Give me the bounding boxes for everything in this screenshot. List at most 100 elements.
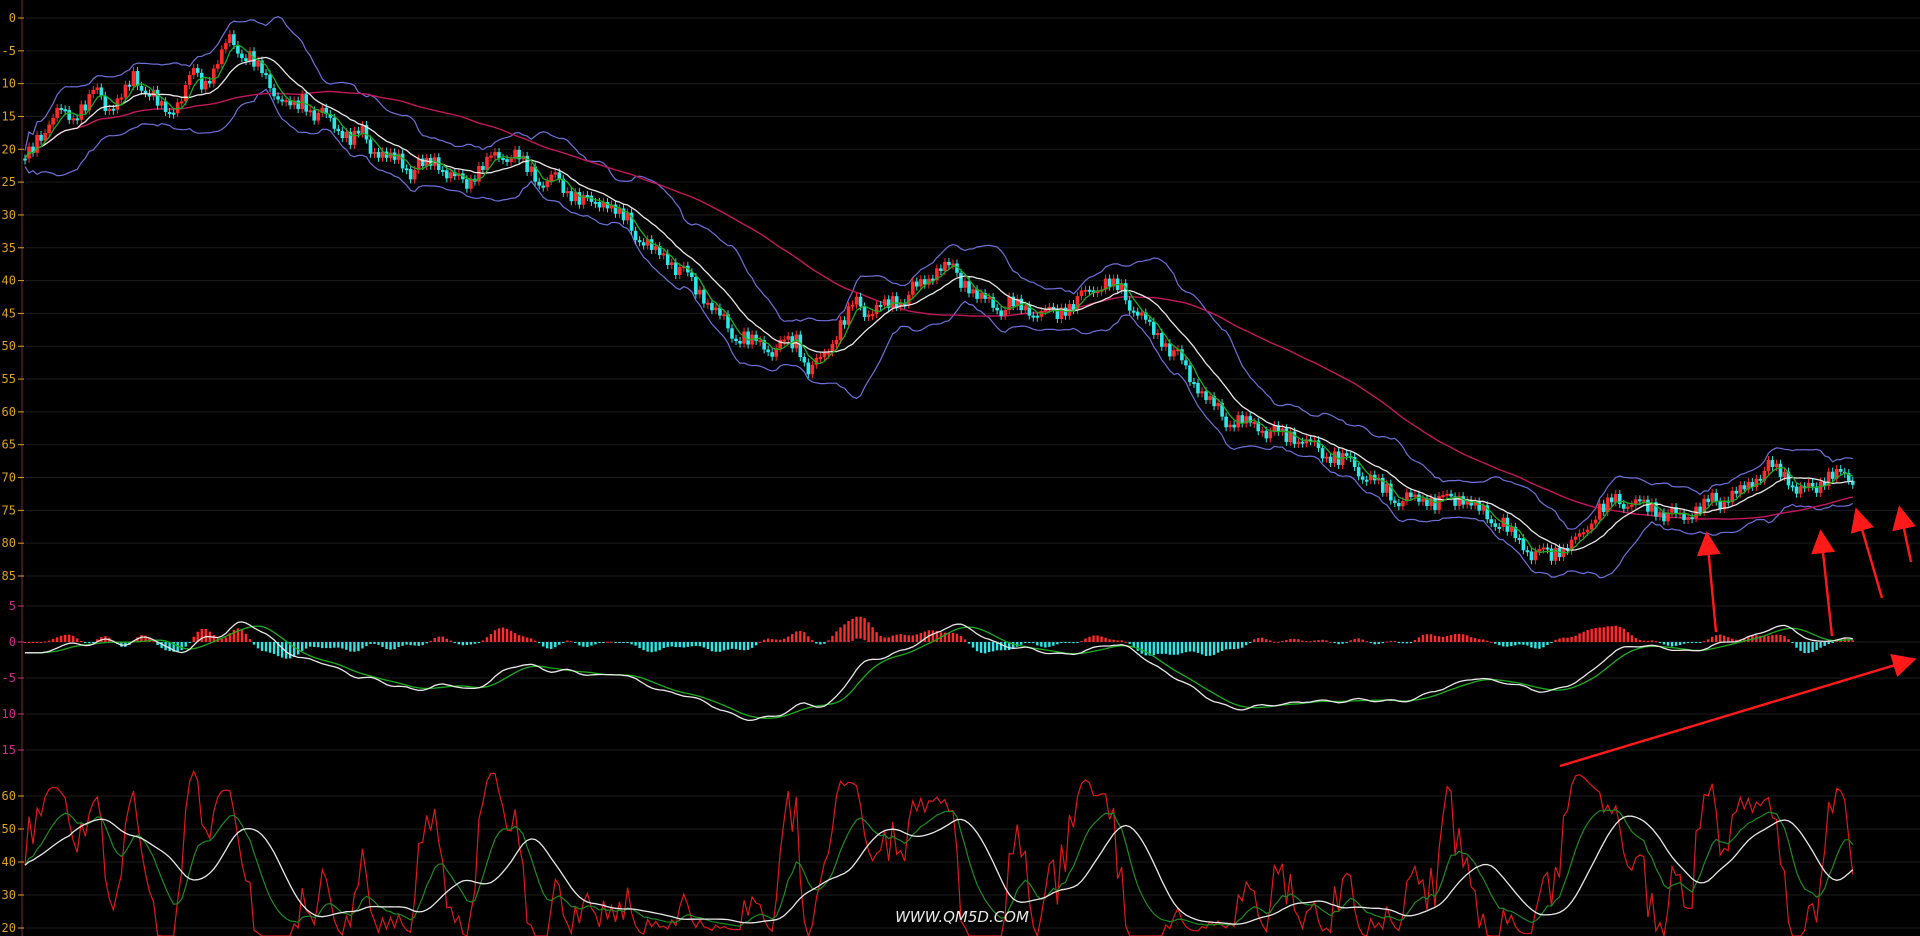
price-axis-tick-label: -85 (0, 569, 16, 583)
candle-body (220, 49, 224, 65)
candle-body (1401, 501, 1405, 507)
candle-body (159, 101, 164, 106)
macd-histogram-bar (1646, 640, 1650, 642)
candle-body (1437, 496, 1441, 510)
candle-body (782, 339, 787, 342)
macd-histogram-bar (566, 640, 569, 642)
candle-body (1160, 333, 1164, 347)
candle-body (1156, 333, 1160, 336)
macd-histogram-bar (1409, 642, 1413, 643)
macd-histogram-bar (31, 642, 35, 643)
candle-body (1521, 538, 1526, 551)
candle-body (131, 71, 136, 87)
macd-histogram-bar (1678, 642, 1682, 645)
macd-histogram-bar (1618, 626, 1621, 642)
candle-body (1384, 483, 1389, 493)
candle-body (714, 307, 718, 311)
macd-histogram-bar (1068, 642, 1071, 643)
macd-histogram-bar (799, 631, 802, 642)
candle-body (1553, 547, 1558, 561)
candle-body (256, 60, 260, 67)
macd-histogram-bar (309, 642, 312, 647)
macd-histogram-bar (1546, 642, 1549, 646)
macd-histogram-bar (795, 631, 798, 642)
macd-histogram-bar (43, 641, 47, 643)
macd-histogram-bar (1594, 628, 1597, 642)
macd-histogram-bar (1108, 639, 1111, 642)
macd-histogram-bar (1674, 642, 1678, 646)
macd-histogram-bar (1345, 642, 1348, 643)
candle-body (276, 96, 280, 100)
candle-body (806, 362, 811, 375)
candle-body (1087, 289, 1092, 292)
macd-histogram-bar (730, 642, 734, 649)
macd-histogram-bar (1767, 635, 1770, 642)
macd-histogram-bar (1220, 642, 1224, 651)
candle-body (1770, 460, 1775, 468)
candle-body (1204, 391, 1208, 401)
candle-body (1300, 441, 1305, 444)
candle-body (39, 134, 43, 141)
macd-histogram-bar (915, 634, 918, 642)
candle-body (1409, 492, 1413, 497)
macd-histogram-bar (859, 616, 862, 639)
macd-histogram-bar (47, 640, 51, 642)
macd-histogram-bar (578, 642, 581, 646)
candle-body (1232, 424, 1236, 428)
macd-histogram-bar (188, 642, 191, 643)
macd-histogram-bar (1795, 642, 1798, 648)
macd-histogram-bar (357, 642, 360, 652)
macd-histogram-bar (369, 642, 372, 644)
macd-histogram-bar (349, 642, 352, 652)
candle-body (1589, 523, 1594, 530)
candle-body (959, 272, 963, 288)
macd-histogram-bar (1502, 642, 1505, 647)
candle-body (1493, 523, 1498, 527)
macd-histogram-bar (1686, 642, 1690, 643)
candle-body (633, 230, 638, 241)
macd-histogram-bar (811, 640, 814, 642)
candle-body (171, 112, 176, 115)
candle-body (677, 267, 682, 276)
macd-histogram-bar (63, 634, 67, 642)
candle-body (344, 131, 349, 139)
candle-body (1152, 321, 1156, 335)
macd-histogram-bar (947, 633, 951, 642)
candle-body (870, 314, 875, 317)
macd-histogram-bar (666, 642, 669, 648)
candle-body (529, 166, 533, 172)
candle-body (1168, 343, 1172, 357)
macd-histogram-bar (1823, 642, 1826, 646)
macd-histogram-bar (1562, 637, 1565, 642)
macd-histogram-bar (1518, 642, 1521, 645)
candle-body (1525, 550, 1530, 553)
macd-histogram-bar (1710, 636, 1714, 642)
macd-histogram-bar (791, 634, 794, 642)
macd-histogram-bar (951, 632, 955, 642)
macd-histogram-bar (698, 642, 702, 647)
candle-body (890, 296, 895, 308)
macd-histogram-bar (1630, 635, 1634, 642)
macd-histogram-bar (618, 642, 621, 643)
macd-histogram-bar (839, 627, 842, 642)
macd-histogram-bar (1317, 640, 1320, 642)
macd-histogram-bar (706, 642, 710, 650)
macd-histogram-bar (1309, 641, 1312, 643)
candle-body (47, 124, 51, 134)
macd-histogram-bar (1449, 635, 1453, 642)
macd-histogram-bar (1144, 642, 1147, 656)
candle-body (1364, 479, 1369, 482)
macd-histogram-bar (1441, 636, 1445, 642)
candle-body (1585, 529, 1590, 533)
candle-body (268, 74, 272, 89)
price-axis-tick-label: -20 (0, 142, 16, 156)
macd-histogram-bar (1112, 639, 1115, 642)
macd-histogram-bar (329, 642, 332, 649)
macd-histogram-bar (1216, 642, 1220, 653)
macd-histogram-bar (1188, 642, 1192, 652)
macd-histogram-bar (80, 640, 83, 642)
macd-histogram-bar (654, 642, 657, 652)
macd-histogram-bar (1690, 642, 1694, 643)
candle-body (1139, 312, 1144, 316)
candle-body (557, 172, 562, 179)
